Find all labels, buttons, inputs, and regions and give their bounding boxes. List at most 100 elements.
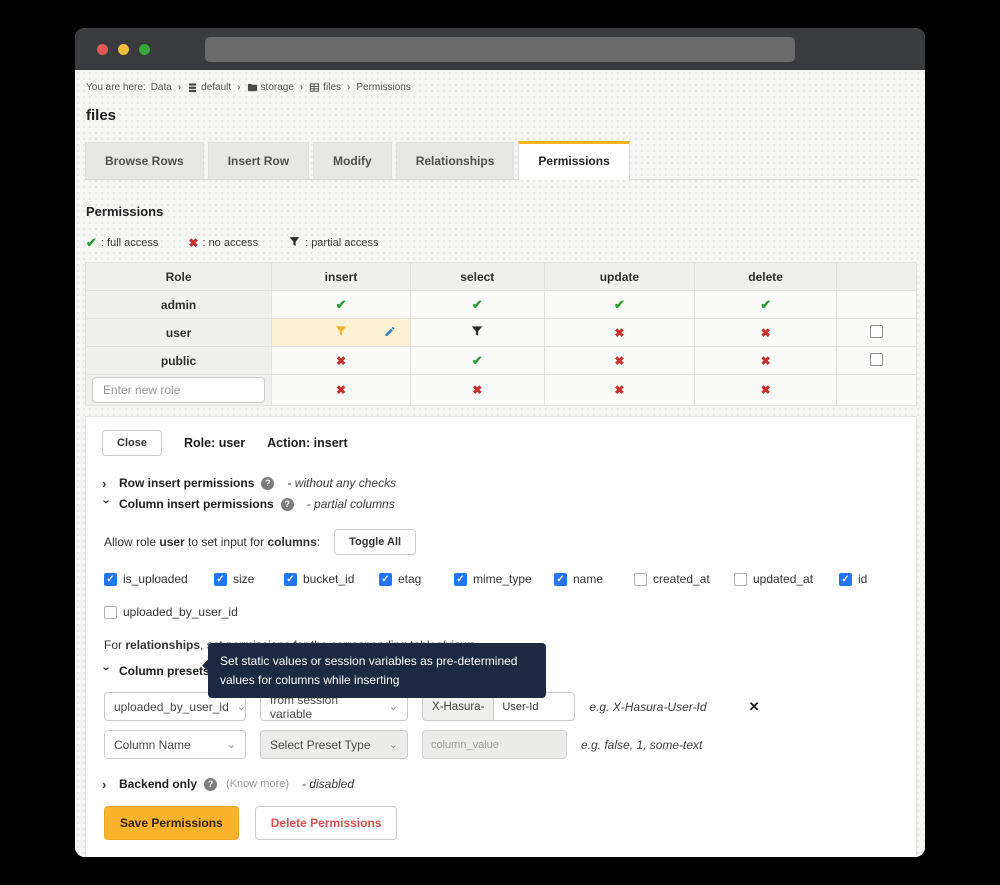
column-checkbox-updated_at[interactable]: updated_at <box>734 572 839 586</box>
perm-cell-admin-select[interactable]: ✔ <box>410 291 544 319</box>
breadcrumb-separator: › <box>177 82 182 93</box>
perm-cell-user-update[interactable]: ✖ <box>544 319 694 347</box>
tab-relationships[interactable]: Relationships <box>396 142 515 179</box>
delete-permissions-button[interactable]: Delete Permissions <box>255 806 398 840</box>
table-row-public: public ✖ ✔ ✖ ✖ <box>86 347 917 375</box>
column-presets-section[interactable]: › Column presets ? Set static values or … <box>102 664 900 678</box>
preset-type-select[interactable]: Select Preset Type⌄ <box>260 730 408 759</box>
column-insert-permissions-section[interactable]: › Column insert permissions ? - partial … <box>102 497 900 511</box>
preset-value-input[interactable] <box>422 730 567 759</box>
perm-cell-new-select[interactable]: ✖ <box>410 375 544 406</box>
help-icon[interactable]: ? <box>281 498 294 511</box>
perm-cell-public-select[interactable]: ✔ <box>410 347 544 375</box>
perm-cell-admin-update[interactable]: ✔ <box>544 291 694 319</box>
minimize-window-icon[interactable] <box>118 44 129 55</box>
column-checkbox-uploaded_by_user_id[interactable]: uploaded_by_user_id <box>104 605 900 619</box>
column-header-delete: delete <box>695 263 837 291</box>
column-checkbox-etag[interactable]: ✓etag <box>379 572 454 586</box>
table-icon <box>309 82 320 93</box>
breadcrumb: You are here: Data › default › storage ›… <box>85 82 917 93</box>
role-name: admin <box>86 291 272 319</box>
chevron-down-icon: ⌄ <box>237 700 246 713</box>
backend-only-section[interactable]: › Backend only ? (Know more) - disabled <box>102 777 900 791</box>
preset-column-select[interactable]: Column Name⌄ <box>104 730 246 759</box>
bulk-select-checkbox[interactable] <box>870 353 883 366</box>
legend-no-access: ✖ : no access <box>188 236 258 250</box>
tab-modify[interactable]: Modify <box>313 142 392 179</box>
legend-full-access: ✔ : full access <box>86 235 158 251</box>
close-button[interactable]: Close <box>102 430 162 456</box>
know-more-link[interactable]: (Know more) <box>226 778 289 790</box>
folder-icon <box>247 82 258 93</box>
permissions-legend: ✔ : full access ✖ : no access : partial … <box>86 235 917 251</box>
column-checkbox-id[interactable]: ✓id <box>839 572 900 586</box>
filter-partial-icon <box>334 327 348 341</box>
perm-cell-user-insert[interactable] <box>272 319 411 347</box>
help-icon[interactable]: ? <box>261 477 274 490</box>
column-checkbox-mime_type[interactable]: ✓mime_type <box>454 572 554 586</box>
allow-columns-text: Allow role user to set input for columns… <box>104 535 320 549</box>
tab-insert-row[interactable]: Insert Row <box>208 142 309 179</box>
table-tabs: Browse Rows Insert Row Modify Relationsh… <box>85 141 917 180</box>
database-icon <box>187 82 198 93</box>
checkbox-unchecked-icon <box>634 573 647 586</box>
checkbox-checked-icon: ✓ <box>104 573 117 586</box>
save-permissions-button[interactable]: Save Permissions <box>104 806 239 840</box>
column-checkbox-created_at[interactable]: created_at <box>634 572 734 586</box>
new-role-input[interactable] <box>92 377 265 403</box>
check-icon: ✔ <box>472 297 483 312</box>
cross-icon: ✖ <box>614 326 624 340</box>
cross-icon: ✖ <box>472 383 482 397</box>
breadcrumb-item-permissions[interactable]: Permissions <box>356 82 410 93</box>
column-header-update: update <box>544 263 694 291</box>
column-checkbox-grid: ✓is_uploaded ✓size ✓bucket_id ✓etag ✓mim… <box>104 572 900 586</box>
close-window-icon[interactable] <box>97 44 108 55</box>
perm-cell-admin-delete[interactable]: ✔ <box>695 291 837 319</box>
editor-header: Close Role: user Action: insert <box>102 430 900 456</box>
column-checkbox-is_uploaded[interactable]: ✓is_uploaded <box>104 572 214 586</box>
perm-cell-user-select[interactable] <box>410 319 544 347</box>
tab-browse-rows[interactable]: Browse Rows <box>85 142 204 179</box>
address-bar[interactable] <box>205 37 795 62</box>
maximize-window-icon[interactable] <box>139 44 150 55</box>
column-checkbox-bucket_id[interactable]: ✓bucket_id <box>284 572 379 586</box>
breadcrumb-item-storage[interactable]: storage <box>247 82 294 93</box>
bulk-cell-new <box>837 375 917 406</box>
check-icon: ✔ <box>472 353 483 368</box>
filter-icon <box>288 235 301 251</box>
perm-cell-new-update[interactable]: ✖ <box>544 375 694 406</box>
tab-permissions[interactable]: Permissions <box>518 141 629 180</box>
column-presets-tooltip: Set static values or session variables a… <box>208 643 546 698</box>
bulk-cell-admin <box>837 291 917 319</box>
perm-cell-public-update[interactable]: ✖ <box>544 347 694 375</box>
remove-preset-icon[interactable]: ✕ <box>749 699 760 715</box>
breadcrumb-prefix: You are here: <box>86 82 146 93</box>
perm-cell-admin-insert[interactable]: ✔ <box>272 291 411 319</box>
editor-action-label: Action: insert <box>267 436 348 450</box>
cross-icon: ✖ <box>336 354 346 368</box>
check-icon: ✔ <box>336 297 347 312</box>
breadcrumb-item-files[interactable]: files <box>309 82 341 93</box>
row-insert-permissions-section[interactable]: › Row insert permissions ? - without any… <box>102 476 900 490</box>
column-checkbox-name[interactable]: ✓name <box>554 572 634 586</box>
toggle-all-button[interactable]: Toggle All <box>334 529 416 555</box>
bulk-select-checkbox[interactable] <box>870 325 883 338</box>
perm-cell-user-delete[interactable]: ✖ <box>695 319 837 347</box>
perm-cell-public-delete[interactable]: ✖ <box>695 347 837 375</box>
help-icon[interactable]: ? <box>204 778 217 791</box>
bulk-cell-user <box>837 319 917 347</box>
column-checkbox-size[interactable]: ✓size <box>214 572 284 586</box>
console-content: You are here: Data › default › storage ›… <box>75 70 925 857</box>
checkbox-checked-icon: ✓ <box>554 573 567 586</box>
browser-window: You are here: Data › default › storage ›… <box>75 28 925 857</box>
chevron-right-icon: › <box>102 477 112 490</box>
check-icon: ✔ <box>760 297 771 312</box>
breadcrumb-item-default[interactable]: default <box>187 82 231 93</box>
column-insert-status: - partial columns <box>307 497 395 511</box>
perm-cell-public-insert[interactable]: ✖ <box>272 347 411 375</box>
breadcrumb-item-data[interactable]: Data <box>151 82 172 93</box>
perm-cell-new-delete[interactable]: ✖ <box>695 375 837 406</box>
breadcrumb-separator: › <box>346 82 351 93</box>
column-checkbox-row2: uploaded_by_user_id <box>104 605 900 619</box>
perm-cell-new-insert[interactable]: ✖ <box>272 375 411 406</box>
